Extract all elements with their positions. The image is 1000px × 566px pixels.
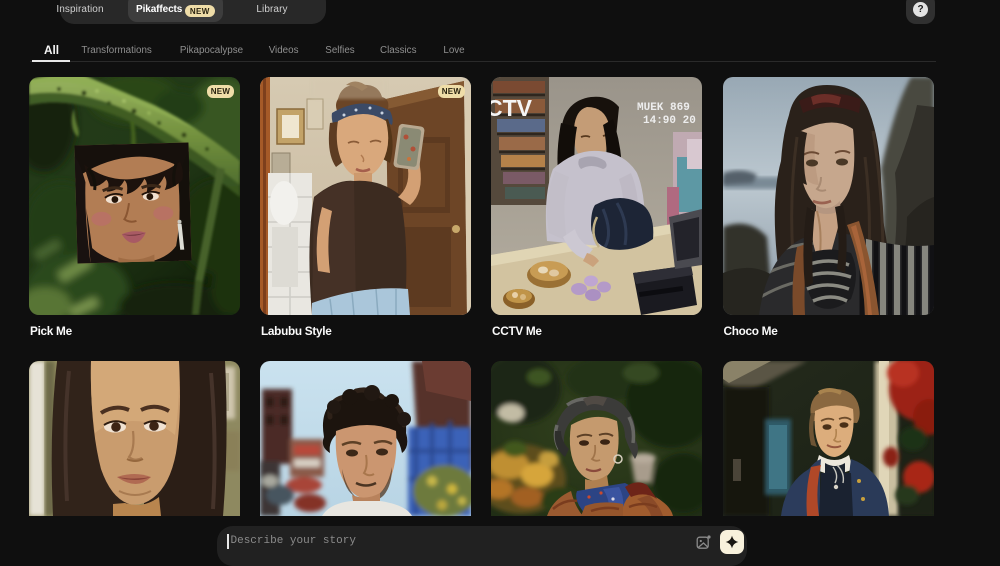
svg-text:CTV: CTV [491, 95, 533, 121]
svg-text:MUEK 869: MUEK 869 [637, 102, 690, 114]
svg-text:14:90 20: 14:90 20 [643, 115, 696, 127]
